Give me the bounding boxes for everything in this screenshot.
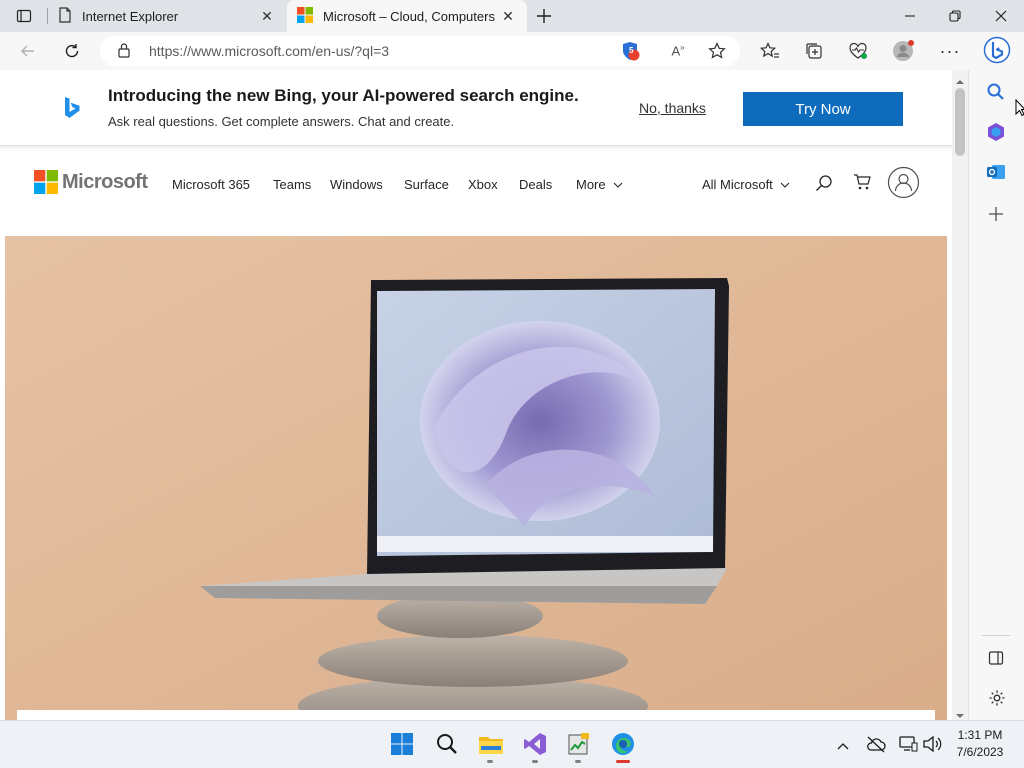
new-tab-icon[interactable] [530,2,558,30]
sidebar-toggle-icon[interactable] [988,650,1004,671]
nav-deals[interactable]: Deals [519,177,552,192]
visual-studio-icon[interactable] [523,732,547,761]
microsoft-wordmark[interactable]: Microsoft [62,171,148,194]
collections-icon[interactable] [800,37,828,65]
chevron-down-icon [613,177,623,192]
bing-banner-subtitle: Ask real questions. Get complete answers… [108,114,455,129]
profile-avatar[interactable] [889,37,917,65]
lock-icon[interactable] [117,42,131,63]
vertical-scrollbar[interactable] [952,70,968,720]
mouse-cursor-icon [1015,98,1024,122]
read-aloud-icon[interactable]: A» [664,37,692,65]
running-app-indicator [487,760,493,763]
sidebar-divider [982,635,1010,636]
cloud-offline-icon[interactable] [866,735,886,758]
clock-date[interactable]: 7/6/2023 [950,745,1010,759]
tab-label: Microsoft – Cloud, Computers, Apps & Gam… [323,8,495,24]
outlook-icon[interactable] [986,162,1006,187]
all-microsoft-label: All Microsoft [702,177,773,192]
all-microsoft-menu[interactable]: All Microsoft [702,177,790,192]
minimize-icon[interactable] [896,2,924,30]
try-now-button[interactable]: Try Now [743,92,903,126]
search-icon[interactable] [986,82,1006,107]
close-tab-icon[interactable]: ✕ [258,7,276,25]
bing-banner-title: Introducing the new Bing, your AI-powere… [108,86,579,105]
nav-surface[interactable]: Surface [404,177,449,192]
more-options-icon[interactable]: ··· [936,37,964,65]
office-icon[interactable] [986,122,1006,147]
nav-more-label: More [576,177,606,192]
file-explorer-icon[interactable] [478,732,504,761]
close-icon[interactable] [987,2,1015,30]
nav-xbox[interactable]: Xbox [468,177,498,192]
microsoft-logo-icon [297,6,313,26]
extension-badge: 5 [629,46,634,55]
close-tab-icon[interactable]: ✕ [499,7,517,25]
restore-icon[interactable] [941,2,969,30]
no-thanks-link[interactable]: No, thanks [639,100,706,116]
microsoft-logo-icon[interactable] [34,170,58,199]
volume-icon[interactable] [922,735,942,758]
edge-browser-icon[interactable] [610,731,636,762]
show-hidden-icons-chevron-icon[interactable] [836,738,850,756]
extension-icon[interactable]: 5 [616,37,644,65]
settings-gear-icon[interactable] [988,689,1006,712]
windows-start-icon[interactable] [390,732,414,761]
scrollbar-thumb[interactable] [955,88,965,156]
chevron-down-icon [780,177,790,192]
bing-logo-icon [62,95,82,126]
network-icon[interactable] [898,735,918,758]
tab-strip: Internet Explorer ✕ Microsoft – Cloud, C… [0,0,1024,32]
page-icon [58,6,72,26]
tab-microsoft[interactable]: Microsoft – Cloud, Computers, Apps & Gam… [287,0,527,32]
account-icon[interactable] [887,166,920,204]
tab-label: Internet Explorer [82,8,179,24]
refresh-icon[interactable] [58,37,86,65]
favorite-star-icon[interactable] [703,37,731,65]
nav-more[interactable]: More [576,177,623,192]
tab-internet-explorer[interactable]: Internet Explorer ✕ [48,0,286,32]
nav-microsoft-365[interactable]: Microsoft 365 [172,177,250,192]
hero-image[interactable] [5,236,947,720]
add-icon[interactable] [988,206,1004,227]
bing-chat-icon[interactable] [983,36,1011,64]
task-manager-icon[interactable] [566,732,590,761]
running-app-indicator [575,760,581,763]
nav-teams[interactable]: Teams [273,177,311,192]
url-text[interactable]: https://www.microsoft.com/en-us/?ql=3 [149,43,389,59]
browser-essentials-icon[interactable] [844,37,872,65]
favorites-icon[interactable] [756,37,784,65]
back-icon[interactable] [14,37,42,65]
cart-icon[interactable] [853,173,871,196]
clock-time[interactable]: 1:31 PM [950,728,1010,742]
tab-actions-icon[interactable] [10,2,38,30]
search-icon[interactable] [815,174,833,197]
active-app-indicator [616,760,630,763]
running-app-indicator [532,760,538,763]
taskbar-search-icon[interactable] [435,732,459,761]
nav-windows[interactable]: Windows [330,177,383,192]
